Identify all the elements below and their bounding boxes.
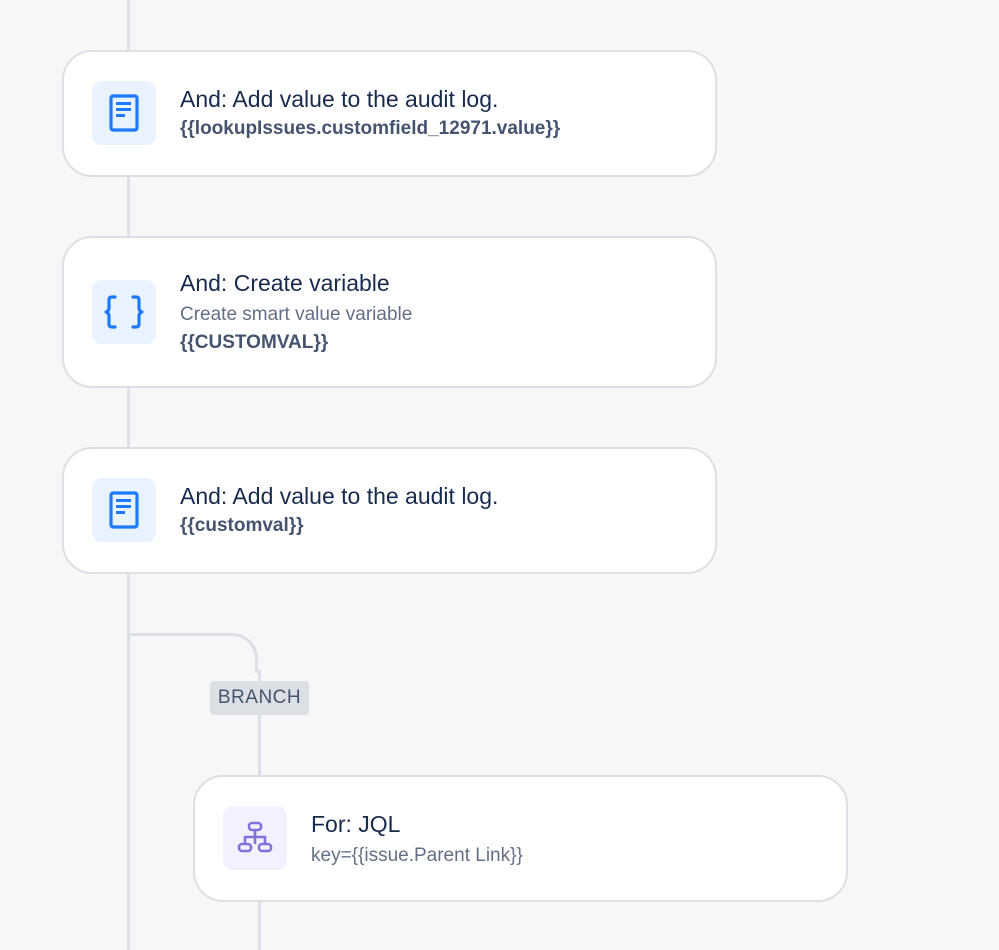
document-icon <box>92 81 156 145</box>
card-smart-value: {{customval}} <box>180 515 304 536</box>
document-icon <box>92 478 156 542</box>
card-title: For: JQL <box>311 811 401 837</box>
card-title: And: Create variable <box>180 270 390 296</box>
card-smart-value: {{lookupIssues.customfield_12971.value}} <box>180 118 561 139</box>
branch-connector-curve <box>209 633 258 673</box>
audit-log-action-card[interactable]: And: Add value to the audit log. {{looku… <box>62 50 717 177</box>
card-description: key={{issue.Parent Link}} <box>311 845 523 866</box>
audit-log-action-card[interactable]: And: Add value to the audit log. {{custo… <box>62 447 717 574</box>
braces-icon <box>92 280 156 344</box>
create-variable-action-card[interactable]: And: Create variable Create smart value … <box>62 236 717 388</box>
card-title: And: Add value to the audit log. <box>180 86 499 112</box>
branch-hierarchy-icon <box>223 806 287 870</box>
branch-jql-card[interactable]: For: JQL key={{issue.Parent Link}} <box>193 775 848 902</box>
card-description: Create smart value variable <box>180 304 413 325</box>
card-smart-value: {{CUSTOMVAL}} <box>180 332 329 353</box>
card-title: And: Add value to the audit log. <box>180 483 499 509</box>
branch-label: BRANCH <box>210 681 309 715</box>
